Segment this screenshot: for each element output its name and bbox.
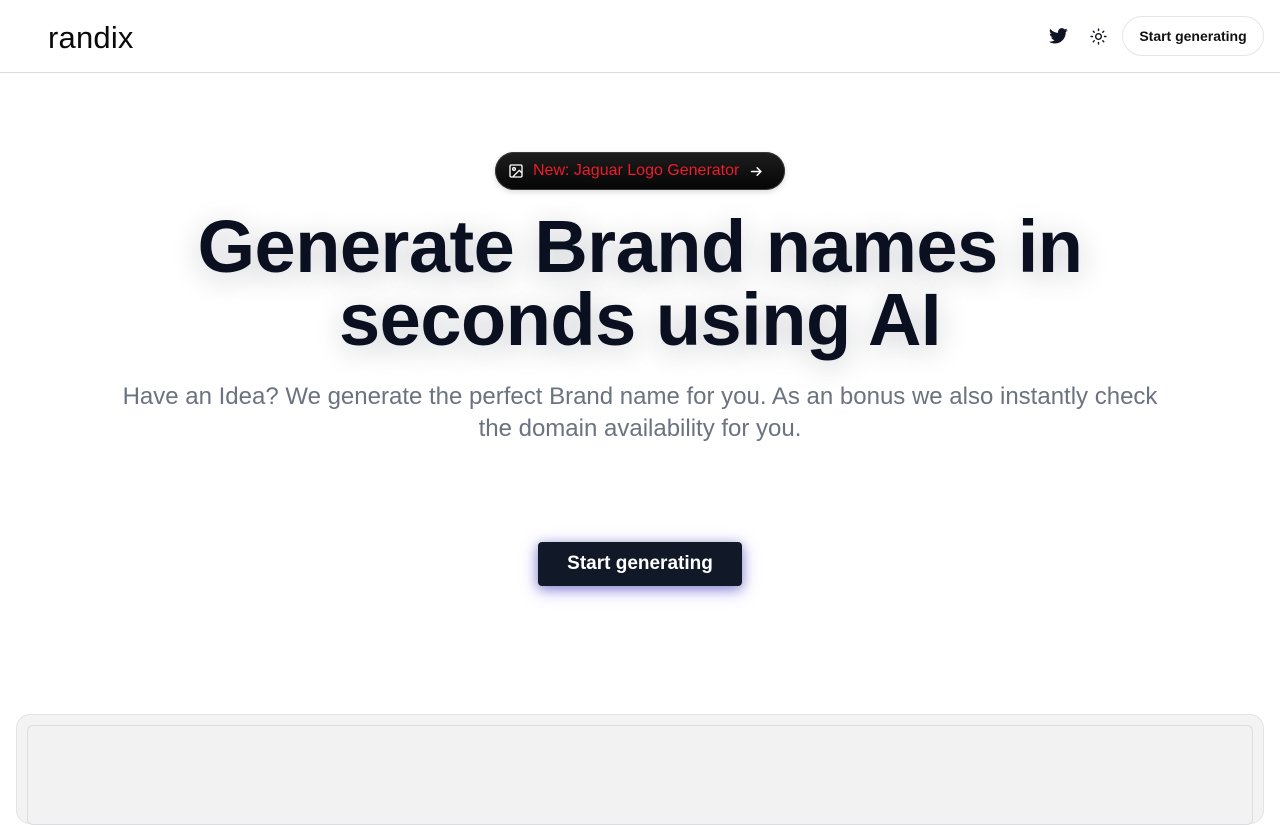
hero-subtext: Have an Idea? We generate the perfect Br… (122, 383, 1158, 442)
nav-start-generating-button[interactable]: Start generating (1122, 16, 1264, 56)
image-icon (509, 164, 523, 178)
hero-start-generating-button[interactable]: Start generating (538, 542, 742, 586)
announcement-pill[interactable]: New: Jaguar Logo Generator (495, 152, 785, 190)
twitter-link[interactable] (1046, 24, 1070, 48)
hero-headline-line1: Generate Brand names in (197, 205, 1083, 288)
arrow-right-icon (749, 164, 764, 179)
app-preview-frame (16, 714, 1264, 825)
hero-headline: Generate Brand names in seconds using AI (0, 205, 1280, 361)
twitter-icon (1048, 28, 1068, 44)
hero-headline-line2: seconds using AI (339, 278, 941, 361)
sun-icon (1089, 27, 1107, 45)
top-navbar: randix Start generating (0, 0, 1280, 73)
app-preview-screen (27, 725, 1253, 825)
theme-toggle[interactable] (1086, 24, 1110, 48)
brand-logo[interactable]: randix (48, 20, 134, 56)
announcement-text: New: Jaguar Logo Generator (533, 162, 740, 179)
